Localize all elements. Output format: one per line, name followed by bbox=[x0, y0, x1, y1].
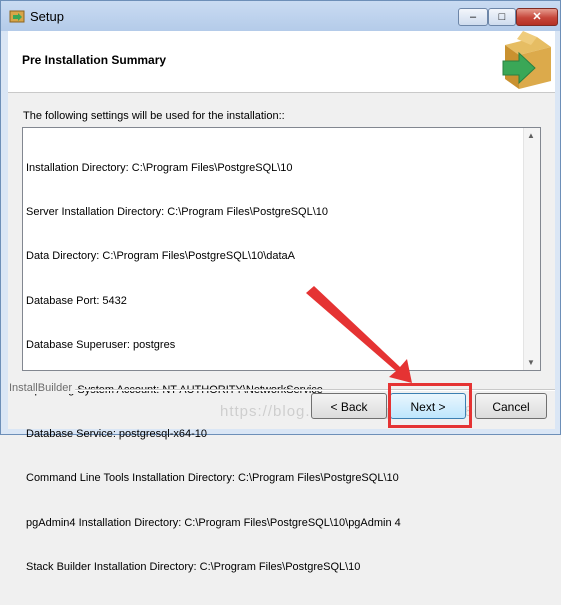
summary-intro-text: The following settings will be used for … bbox=[23, 110, 285, 122]
summary-line: Data Directory: C:\Program Files\Postgre… bbox=[26, 250, 295, 263]
summary-line: pgAdmin4 Installation Directory: C:\Prog… bbox=[26, 516, 401, 529]
summary-textbox[interactable]: Installation Directory: C:\Program Files… bbox=[22, 127, 541, 573]
maximize-icon: □ bbox=[498, 11, 506, 23]
box-with-green-arrow-icon bbox=[502, 31, 551, 89]
title-bar[interactable]: Setup ‒ □ ✕ bbox=[1, 1, 560, 31]
next-button-highlight-box bbox=[388, 383, 472, 428]
summary-line: Database Superuser: postgres bbox=[26, 339, 176, 352]
maximize-button[interactable]: □ bbox=[488, 8, 516, 26]
setup-window: Setup ‒ □ ✕ Pre Installation Summary The… bbox=[0, 0, 561, 573]
summary-line: Command Line Tools Installation Director… bbox=[26, 472, 399, 485]
page-header: Pre Installation Summary bbox=[8, 31, 555, 93]
summary-line: Database Port: 5432 bbox=[26, 294, 127, 307]
window-title: Setup bbox=[30, 9, 64, 24]
close-button[interactable]: ✕ bbox=[516, 8, 558, 26]
summary-line: Database Service: postgresql-x64-10 bbox=[26, 427, 207, 440]
vertical-scrollbar[interactable]: ▲ ▼ bbox=[523, 128, 540, 370]
scroll-down-arrow-icon[interactable]: ▼ bbox=[527, 358, 535, 367]
scroll-up-arrow-icon[interactable]: ▲ bbox=[527, 131, 535, 140]
page-title: Pre Installation Summary bbox=[22, 53, 167, 67]
summary-line: Installation Directory: C:\Program Files… bbox=[26, 161, 293, 174]
installbuilder-label: InstallBuilder bbox=[9, 382, 75, 394]
dialog-body: Pre Installation Summary The following s… bbox=[8, 31, 555, 573]
back-button[interactable]: < Back bbox=[311, 393, 387, 419]
cancel-button[interactable]: Cancel bbox=[475, 393, 547, 419]
summary-lines: Installation Directory: C:\Program Files… bbox=[26, 131, 521, 605]
setup-app-icon bbox=[9, 10, 25, 23]
summary-line: Server Installation Directory: C:\Progra… bbox=[26, 205, 329, 218]
minimize-button[interactable]: ‒ bbox=[458, 8, 488, 26]
summary-line: Stack Builder Installation Directory: C:… bbox=[26, 561, 361, 574]
close-icon: ✕ bbox=[532, 11, 542, 23]
minimize-icon: ‒ bbox=[469, 11, 477, 23]
footer-divider bbox=[68, 389, 555, 391]
